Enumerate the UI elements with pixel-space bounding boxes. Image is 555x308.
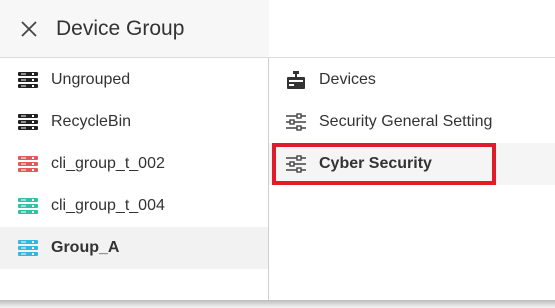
group-label: RecycleBin [51,113,132,130]
group-label: Ungrouped [51,71,131,88]
server-rack-icon [18,240,38,256]
server-rack-icon [18,114,38,130]
group-label: cli_group_t_004 [51,197,165,214]
group-item-ungrouped[interactable]: Ungrouped [0,59,268,101]
group-label: cli_group_t_002 [51,155,165,172]
devices-icon [287,71,305,89]
menu-list: Devices Security General Setting Cyber S… [269,59,555,185]
group-label: Group_A [51,239,120,256]
group-item-cli-group-t-002[interactable]: cli_group_t_002 [0,143,268,185]
menu-item-security-general-setting[interactable]: Security General Setting [269,101,555,143]
group-list: Ungrouped RecycleBin cli_group_t_002 cli… [0,59,268,269]
menu-label: Security General Setting [319,113,493,130]
close-button[interactable] [16,16,42,42]
bottom-shadow [0,300,555,308]
server-rack-icon [18,156,38,172]
group-item-cli-group-t-004[interactable]: cli_group_t_004 [0,185,268,227]
group-column: Device Group Ungrouped RecycleBin cli_gr… [0,0,269,302]
device-group-panel: Device Group Ungrouped RecycleBin cli_gr… [0,0,555,308]
group-item-group-a[interactable]: Group_A [0,227,268,269]
server-rack-icon [18,72,38,88]
menu-header [269,0,555,58]
menu-column: Devices Security General Setting Cyber S… [269,0,555,302]
menu-item-devices[interactable]: Devices [269,59,555,101]
panel-title: Device Group [56,16,185,40]
group-item-recyclebin[interactable]: RecycleBin [0,101,268,143]
server-rack-icon [18,198,38,214]
menu-item-cyber-security[interactable]: Cyber Security [269,143,555,185]
panel-header: Device Group [0,0,269,58]
close-icon [21,20,37,37]
highlight-box [272,143,496,185]
menu-label: Devices [319,71,376,88]
sliders-icon [286,113,306,131]
